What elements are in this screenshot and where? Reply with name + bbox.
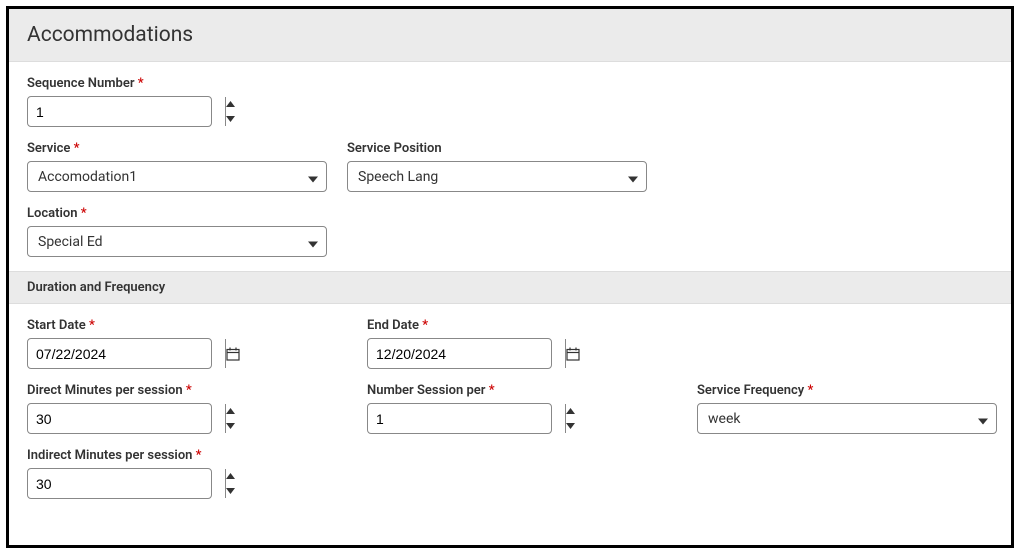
stepper-down-icon[interactable] (226, 112, 235, 127)
end-date-label: End Date * (367, 318, 552, 333)
duration-frequency-section: Duration and Frequency (9, 271, 1011, 304)
stepper-up-icon[interactable] (566, 404, 575, 419)
required-mark: * (489, 383, 495, 398)
stepper-up-icon[interactable] (226, 469, 235, 484)
end-date-input[interactable] (368, 339, 565, 368)
indirect-minutes-stepper[interactable] (27, 468, 212, 499)
location-select[interactable]: Special Ed (27, 226, 327, 257)
required-mark: * (74, 141, 80, 156)
stepper-down-icon[interactable] (226, 419, 235, 434)
chevron-down-icon (978, 409, 988, 428)
direct-minutes-input[interactable] (28, 404, 225, 433)
start-date-field[interactable] (27, 338, 212, 369)
number-session-input[interactable] (368, 404, 565, 433)
required-mark: * (138, 76, 144, 91)
required-mark: * (807, 383, 813, 398)
service-position-value: Speech Lang (358, 169, 438, 185)
page-title: Accommodations (27, 23, 993, 47)
stepper-up-icon[interactable] (226, 404, 235, 419)
end-date-field[interactable] (367, 338, 552, 369)
indirect-minutes-input[interactable] (28, 469, 225, 498)
required-mark: * (81, 206, 87, 221)
service-select[interactable]: Accomodation1 (27, 161, 327, 192)
required-mark: * (186, 383, 192, 398)
start-date-label: Start Date * (27, 318, 212, 333)
service-position-select[interactable]: Speech Lang (347, 161, 647, 192)
indirect-minutes-label: Indirect Minutes per session * (27, 448, 212, 463)
start-date-input[interactable] (28, 339, 225, 368)
chevron-down-icon (628, 167, 638, 186)
chevron-down-icon (308, 167, 318, 186)
direct-minutes-label: Direct Minutes per session * (27, 383, 212, 398)
number-session-stepper[interactable] (367, 403, 552, 434)
calendar-icon[interactable] (565, 339, 580, 368)
calendar-icon[interactable] (225, 339, 240, 368)
required-mark: * (422, 318, 428, 333)
required-mark: * (196, 448, 202, 463)
stepper-down-icon[interactable] (566, 419, 575, 434)
service-value: Accomodation1 (38, 169, 137, 185)
sequence-number-stepper[interactable] (27, 96, 212, 127)
service-frequency-select[interactable]: week (697, 403, 997, 434)
location-value: Special Ed (38, 234, 103, 250)
sequence-number-label: Sequence Number * (27, 76, 212, 91)
number-session-label: Number Session per * (367, 383, 552, 398)
service-label: Service * (27, 141, 327, 156)
stepper-up-icon[interactable] (226, 97, 235, 112)
service-frequency-value: week (708, 411, 740, 427)
location-label: Location * (27, 206, 327, 221)
stepper-down-icon[interactable] (226, 484, 235, 499)
required-mark: * (89, 318, 95, 333)
service-position-label: Service Position (347, 141, 647, 156)
chevron-down-icon (308, 232, 318, 251)
sequence-number-input[interactable] (28, 97, 225, 126)
direct-minutes-stepper[interactable] (27, 403, 212, 434)
service-frequency-label: Service Frequency * (697, 383, 997, 398)
